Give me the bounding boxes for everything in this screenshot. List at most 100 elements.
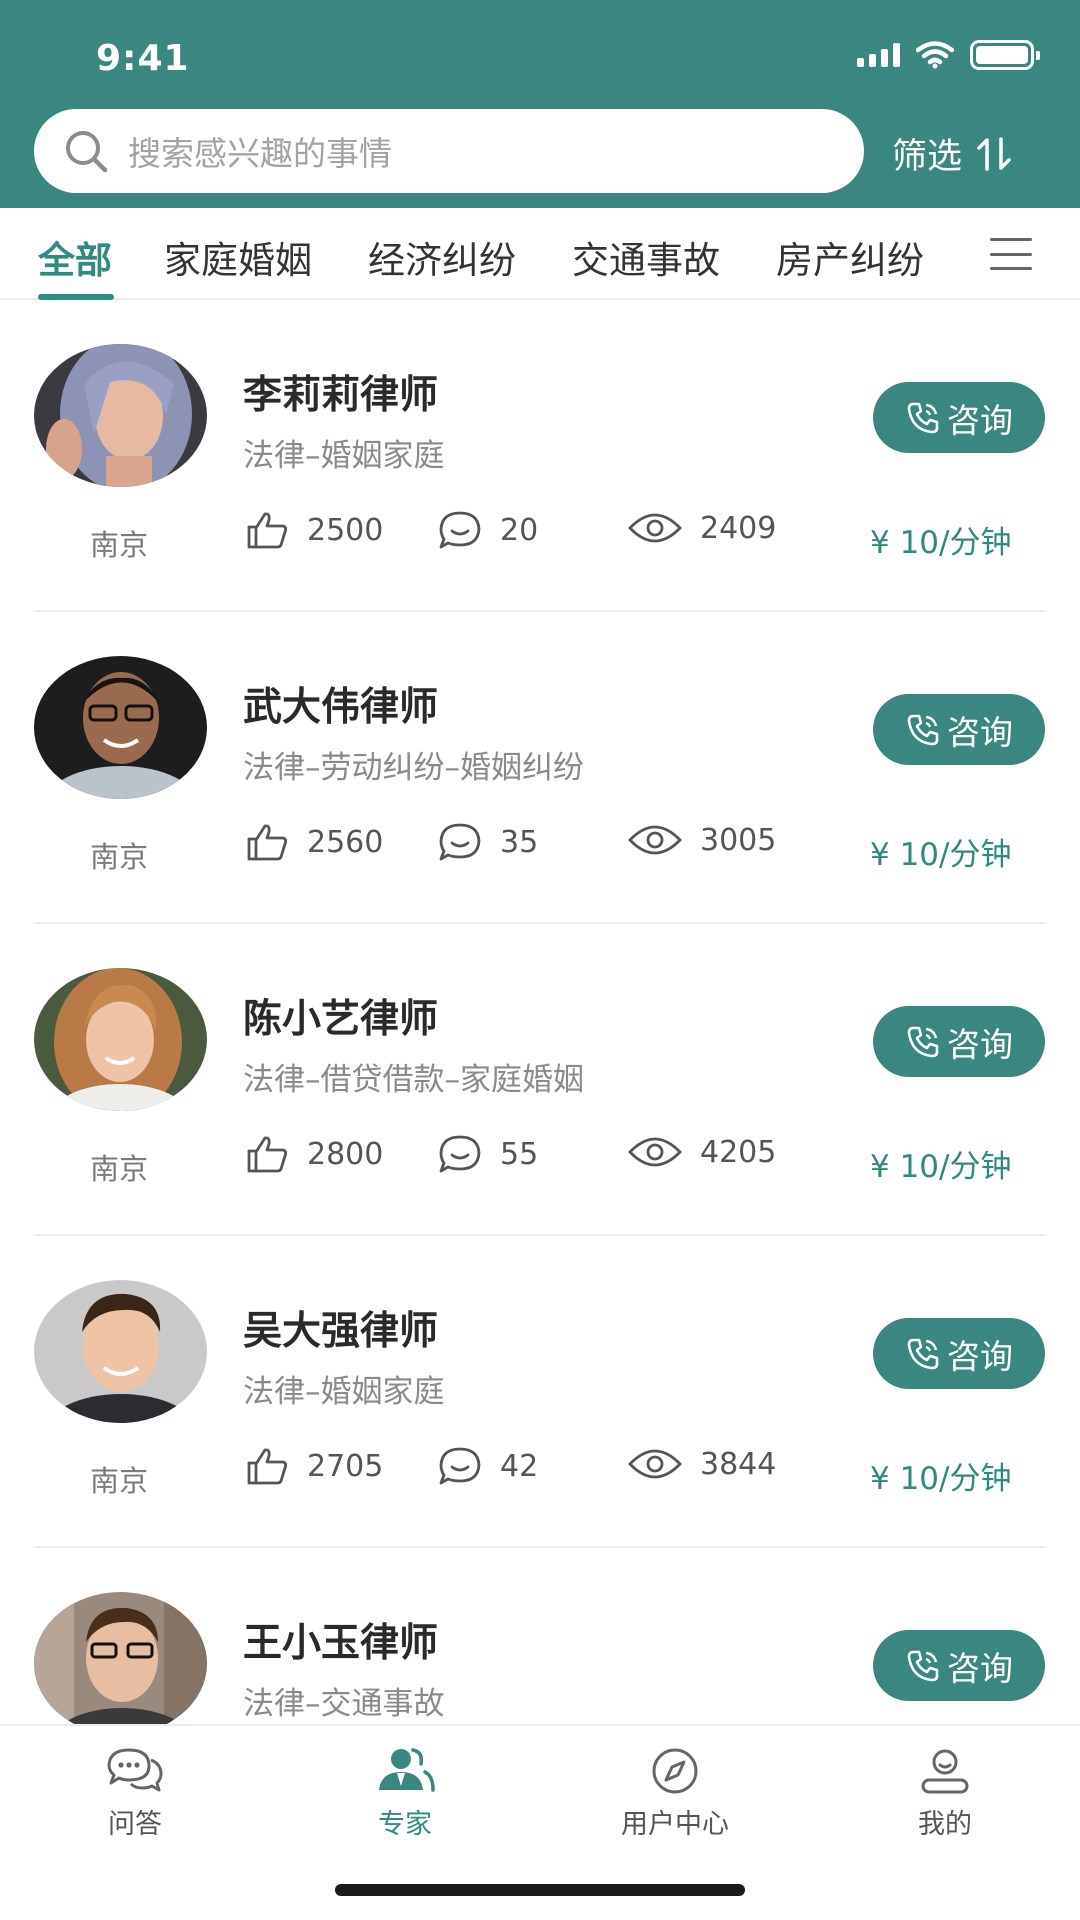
consult-label: 咨询 xyxy=(947,1336,1013,1376)
avatar xyxy=(34,1280,207,1423)
lawyer-list: 李莉莉律师 法律–婚姻家庭 咨询 南京 2500 20 2409 ¥ 10/分钟 xyxy=(0,300,1080,1724)
avatar xyxy=(34,344,207,487)
consult-button[interactable]: 咨询 xyxy=(873,1006,1045,1077)
comments-count: 42 xyxy=(500,1448,539,1484)
lawyer-city: 南京 xyxy=(90,528,149,562)
lawyer-card[interactable]: 吴大强律师 法律–婚姻家庭 咨询 南京 2705 42 3844 ¥ 10/分钟 xyxy=(0,1236,1080,1548)
lawyer-card[interactable]: 武大伟律师 法律–劳动纠纷–婚姻纠纷 咨询 南京 2560 35 3005 ¥ … xyxy=(0,612,1080,924)
price-per-minute: ¥ 10/分钟 xyxy=(870,525,1012,561)
views-count: 3844 xyxy=(700,1446,777,1482)
lawyer-specialty: 法律–劳动纠纷–婚姻纠纷 xyxy=(243,750,584,786)
lawyer-card[interactable]: 陈小艺律师 法律–借贷借款–家庭婚姻 咨询 南京 2800 55 4205 ¥ … xyxy=(0,924,1080,1236)
search-icon xyxy=(66,131,108,173)
lawyer-card[interactable]: 王小玉律师 法律–交通事故 咨询 xyxy=(0,1548,1080,1724)
lawyer-specialty: 法律–婚姻家庭 xyxy=(243,438,445,474)
lawyer-name: 武大伟律师 xyxy=(243,685,439,730)
comment-icon xyxy=(439,823,481,861)
battery-icon xyxy=(970,40,1040,70)
tab-property-disputes[interactable]: 房产纠纷 xyxy=(776,230,924,284)
nav-label: 我的 xyxy=(918,1809,972,1840)
comments-stat: 35 xyxy=(438,822,538,862)
nav-label: 问答 xyxy=(108,1809,162,1840)
eye-icon xyxy=(628,513,682,543)
menu-icon[interactable] xyxy=(990,238,1032,270)
avatar xyxy=(34,1592,207,1724)
nav-experts[interactable]: 专家 xyxy=(305,1746,505,1841)
lawyer-specialty: 法律–借贷借款–家庭婚姻 xyxy=(243,1062,584,1098)
sort-icon xyxy=(977,136,1011,171)
tab-traffic-accidents[interactable]: 交通事故 xyxy=(572,230,720,284)
consult-button[interactable]: 咨询 xyxy=(873,1630,1045,1701)
lawyer-name: 吴大强律师 xyxy=(243,1309,439,1354)
search-input[interactable]: 搜索感兴趣的事情 xyxy=(34,109,864,193)
lawyer-specialty: 法律–婚姻家庭 xyxy=(243,1374,445,1410)
comment-icon xyxy=(439,1447,481,1485)
status-icons xyxy=(857,40,1040,70)
nav-label: 专家 xyxy=(378,1809,432,1840)
consult-label: 咨询 xyxy=(947,1024,1013,1064)
experts-icon xyxy=(379,1748,435,1792)
chat-bubbles-icon xyxy=(107,1748,163,1792)
nav-mine[interactable]: 我的 xyxy=(845,1746,1045,1841)
thumbs-up-icon xyxy=(247,512,288,549)
avatar xyxy=(34,656,207,799)
likes-count: 2705 xyxy=(307,1448,384,1484)
lawyer-specialty: 法律–交通事故 xyxy=(243,1686,445,1722)
tab-family-marriage[interactable]: 家庭婚姻 xyxy=(164,230,312,284)
lawyer-city: 南京 xyxy=(90,1152,149,1186)
views-stat: 2409 xyxy=(628,510,776,546)
comment-icon xyxy=(439,511,481,549)
filter-button[interactable]: 筛选 xyxy=(892,128,1012,179)
thumbs-up-icon xyxy=(247,824,288,861)
comments-stat: 42 xyxy=(438,1446,538,1486)
top-header: 9:41 搜索感兴趣的事情 筛选 xyxy=(0,0,1080,208)
price-per-minute: ¥ 10/分钟 xyxy=(870,1461,1012,1497)
home-indicator[interactable] xyxy=(335,1884,745,1896)
consult-button[interactable]: 咨询 xyxy=(873,1318,1045,1389)
nav-user-center[interactable]: 用户中心 xyxy=(575,1746,775,1841)
consult-label: 咨询 xyxy=(947,1648,1013,1688)
lawyer-name: 李莉莉律师 xyxy=(243,373,439,418)
comments-count: 35 xyxy=(500,824,539,860)
comments-stat: 20 xyxy=(438,510,538,550)
nav-label: 用户中心 xyxy=(621,1809,729,1840)
category-tabs: 全部 家庭婚姻 经济纠纷 交通事故 房产纠纷 xyxy=(0,208,1080,300)
lawyer-name: 陈小艺律师 xyxy=(243,997,439,1042)
search-placeholder: 搜索感兴趣的事情 xyxy=(128,134,392,173)
phone-icon xyxy=(907,1026,939,1057)
phone-icon xyxy=(907,1338,939,1369)
likes-stat: 2705 xyxy=(245,1446,383,1486)
wifi-icon xyxy=(916,41,954,69)
comment-icon xyxy=(439,1135,481,1173)
filter-label: 筛选 xyxy=(892,137,963,177)
lawyer-city: 南京 xyxy=(90,1464,149,1498)
views-stat: 3844 xyxy=(628,1446,776,1482)
consult-button[interactable]: 咨询 xyxy=(873,694,1045,765)
eye-icon xyxy=(628,1137,682,1167)
likes-count: 2800 xyxy=(307,1136,384,1172)
phone-icon xyxy=(907,1650,939,1681)
lawyer-card[interactable]: 李莉莉律师 法律–婚姻家庭 咨询 南京 2500 20 2409 ¥ 10/分钟 xyxy=(0,300,1080,612)
likes-count: 2560 xyxy=(307,824,384,860)
phone-icon xyxy=(907,402,939,433)
comments-count: 20 xyxy=(500,512,539,548)
lawyer-name: 王小玉律师 xyxy=(243,1621,439,1666)
nav-qa[interactable]: 问答 xyxy=(35,1746,235,1841)
comments-stat: 55 xyxy=(438,1134,538,1174)
tab-economic-disputes[interactable]: 经济纠纷 xyxy=(368,230,516,284)
views-count: 4205 xyxy=(700,1134,777,1170)
cell-signal-icon xyxy=(857,43,900,67)
consult-button[interactable]: 咨询 xyxy=(873,382,1045,453)
comments-count: 55 xyxy=(500,1136,539,1172)
views-count: 2409 xyxy=(700,510,777,546)
likes-stat: 2560 xyxy=(245,822,383,862)
consult-label: 咨询 xyxy=(947,400,1013,440)
eye-icon xyxy=(628,1449,682,1479)
avatar xyxy=(34,968,207,1111)
compass-icon xyxy=(652,1748,698,1794)
phone-icon xyxy=(907,714,939,745)
profile-icon xyxy=(921,1749,969,1794)
views-stat: 4205 xyxy=(628,1134,776,1170)
tab-all[interactable]: 全部 xyxy=(38,230,112,284)
status-time: 9:41 xyxy=(96,38,190,79)
